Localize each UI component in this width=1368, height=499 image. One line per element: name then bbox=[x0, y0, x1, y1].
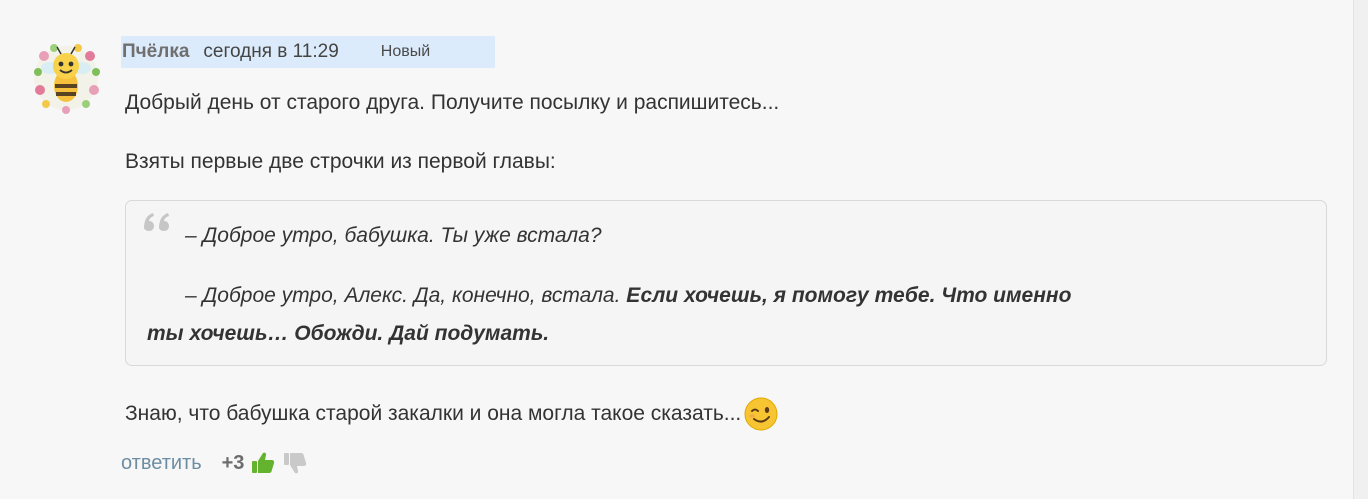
bee-avatar-icon[interactable] bbox=[30, 38, 102, 116]
wink-emoji-icon bbox=[744, 397, 778, 431]
comment: Пчёлка сегодня в 11:29 Новый Добрый день… bbox=[0, 0, 1354, 499]
thumbs-down-icon[interactable] bbox=[282, 450, 308, 476]
quote-line: – Доброе утро, Алекс. Да, конечно, встал… bbox=[185, 284, 1071, 308]
quote-bold-text: Если хочешь, я помогу тебе. Что именно bbox=[626, 284, 1072, 307]
comment-actions: ответить +3 bbox=[121, 448, 308, 478]
thumbs-up-icon[interactable] bbox=[250, 450, 276, 476]
author-name[interactable]: Пчёлка bbox=[122, 41, 189, 63]
quote-bold-text: ты хочешь… Обожди. Дай подумать. bbox=[147, 322, 550, 345]
comment-meta: Пчёлка сегодня в 11:29 Новый bbox=[121, 36, 495, 68]
rating-score: +3 bbox=[221, 451, 245, 474]
quote-line: – Доброе утро, бабушка. Ты уже встала? bbox=[185, 224, 602, 247]
scrollbar[interactable] bbox=[1353, 0, 1368, 499]
comment-paragraph: Знаю, что бабушка старой закалки и она м… bbox=[125, 402, 742, 425]
new-badge: Новый bbox=[380, 43, 431, 60]
comment-paragraph: Добрый день от старого друга. Получите п… bbox=[125, 91, 780, 114]
comment-paragraph-with-emoji: Знаю, что бабушка старой закалки и она м… bbox=[125, 396, 779, 432]
quote-mark-icon bbox=[140, 204, 176, 240]
quote-text: – Доброе утро, Алекс. Да, конечно, встал… bbox=[185, 284, 621, 307]
reply-link[interactable]: ответить bbox=[121, 452, 202, 475]
comment-paragraph: Взяты первые две строчки из первой главы… bbox=[125, 150, 556, 173]
comment-date[interactable]: сегодня в 11:29 bbox=[203, 41, 338, 63]
